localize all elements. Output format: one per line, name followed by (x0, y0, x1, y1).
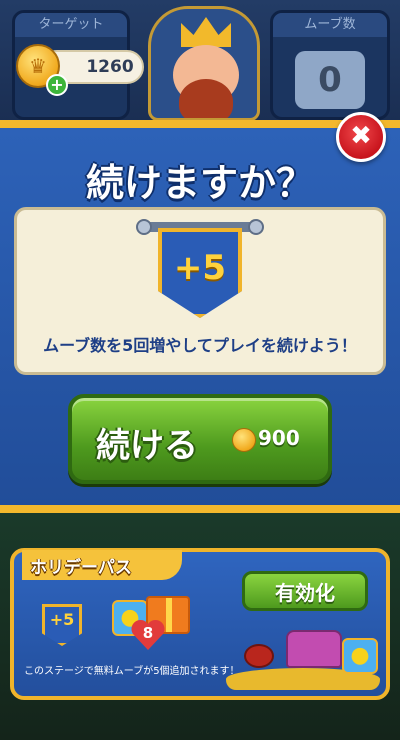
holiday-pass-title: ホリデーパス (30, 558, 132, 578)
mini-banner-text: +5 (49, 610, 75, 629)
continue-label: 続ける (96, 426, 198, 466)
continue-cost: 900 (258, 426, 300, 450)
modal-title: 続けますか？ (85, 161, 314, 205)
activate-label: 有効化 (275, 581, 335, 605)
treasure-chest-icon (286, 630, 342, 668)
coin-amount: 1260 (86, 57, 134, 77)
duck-card-icon: ● (342, 638, 378, 674)
target-label: ターゲット (15, 13, 127, 37)
heart-count: 8 (142, 624, 154, 642)
add-coins-button[interactable]: + (46, 74, 68, 96)
moves-value: 0 (295, 51, 365, 109)
holiday-pass-description: このステージで無料ムーブが5個追加されます！ (24, 666, 240, 677)
ruby-icon (244, 644, 274, 668)
modal-description: ムーブ数を5回増やしてプレイを続けよう！ (43, 336, 357, 355)
coin-icon (232, 428, 256, 452)
close-icon: ✖ (350, 121, 372, 151)
banner-text: +5 (173, 248, 227, 288)
close-button[interactable]: ✖ (336, 112, 386, 162)
moves-label: ムーブ数 (273, 13, 387, 37)
king-portrait (148, 6, 260, 121)
crown-icon (181, 17, 231, 47)
moves-panel: ムーブ数 0 (270, 10, 390, 120)
